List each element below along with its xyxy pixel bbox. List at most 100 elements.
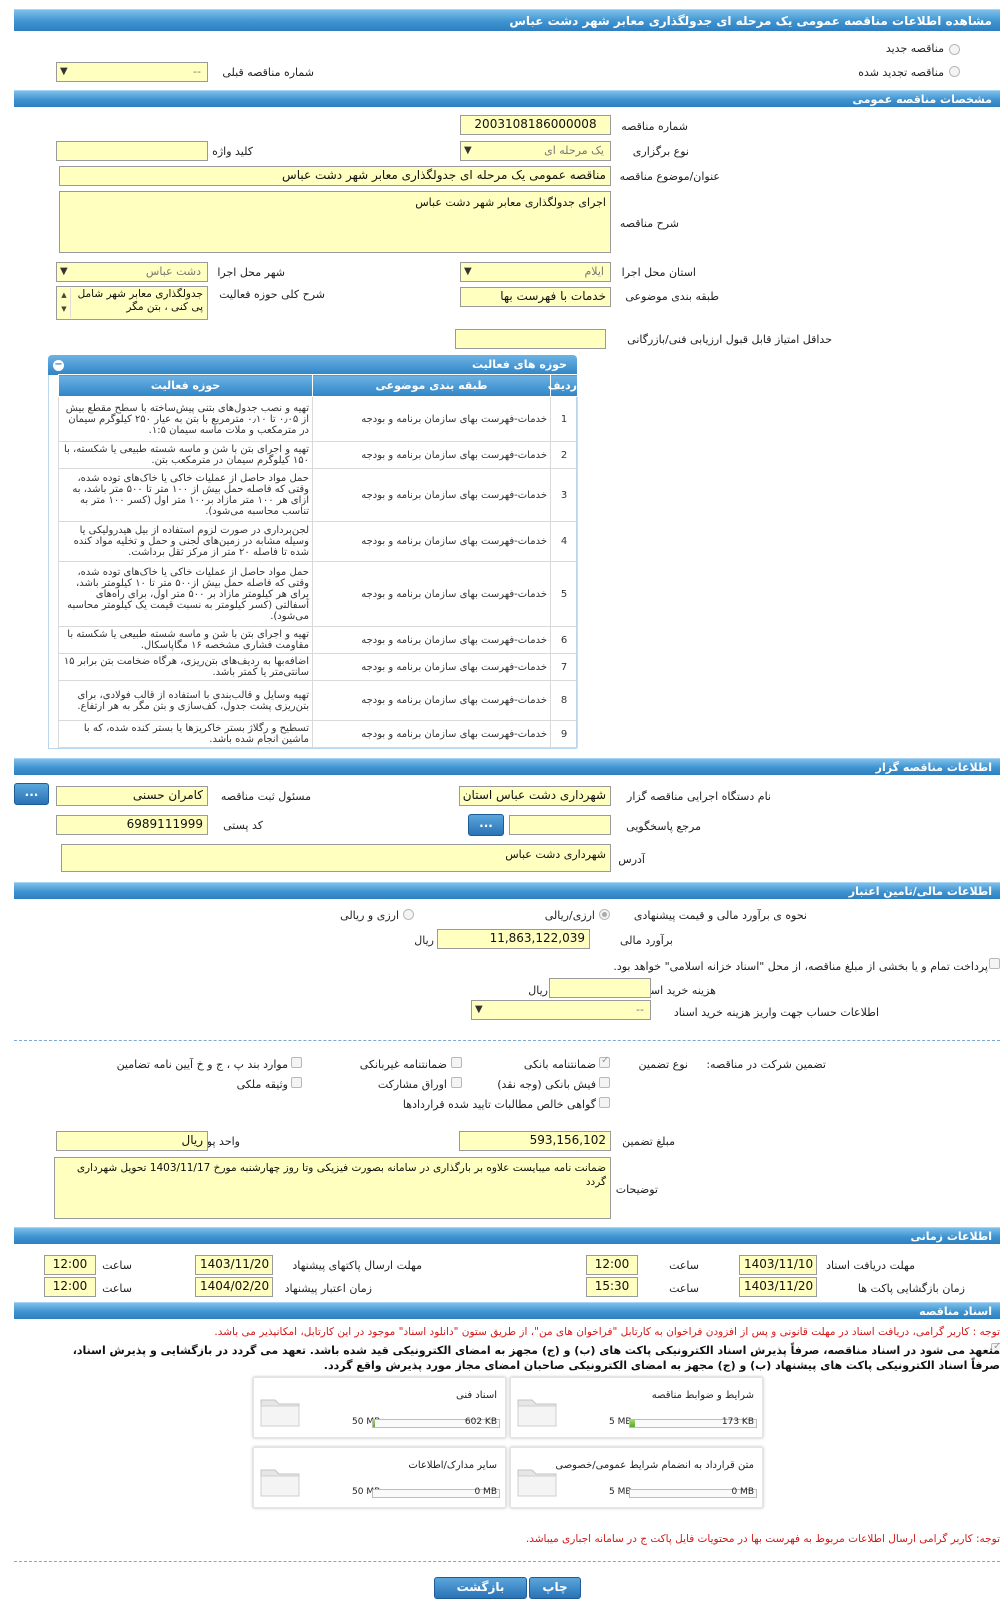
city-select[interactable]: دشت عباس ▼ bbox=[56, 262, 208, 282]
ref-field[interactable] bbox=[509, 815, 611, 835]
row-scope: لجن‌برداری در صورت لزوم استفاده از بیل ه… bbox=[58, 521, 313, 562]
holding-type-select[interactable]: یک مرحله ای ▼ bbox=[460, 141, 611, 161]
file-name: اسناد فنی bbox=[456, 1390, 497, 1401]
collapse-icon[interactable]: − bbox=[53, 360, 64, 371]
table-row: 7 خدمات-فهرست بهای سازمان برنامه و بودجه ا… bbox=[58, 653, 578, 681]
subject-label: عنوان/موضوع مناقصه bbox=[619, 170, 720, 183]
row-category: خدمات-فهرست بهای سازمان برنامه و بودجه bbox=[312, 561, 551, 627]
category-field[interactable]: خدمات با فهرست بها bbox=[460, 287, 611, 307]
send-time[interactable]: 12:00 bbox=[44, 1255, 96, 1275]
tender-number-label: شماره مناقصه bbox=[621, 120, 688, 133]
guarantee-check-checkbox[interactable] bbox=[599, 1077, 610, 1088]
currency-unit-field[interactable]: ریال bbox=[56, 1131, 208, 1151]
estimate-field[interactable]: 11,863,122,039 bbox=[437, 929, 590, 949]
open-time[interactable]: 15:30 bbox=[586, 1277, 638, 1297]
row-scope: حمل مواد حاصل از عملیات خاکی یا خاک‌های … bbox=[58, 468, 313, 522]
address-label: آدرس bbox=[618, 853, 645, 866]
account-select[interactable]: -- ▼ bbox=[471, 1000, 651, 1020]
file-name: متن قرارداد به انضمام شرایط عمومی/خصوصی bbox=[555, 1460, 754, 1471]
file-card[interactable]: متن قرارداد به انضمام شرایط عمومی/خصوصی … bbox=[510, 1447, 763, 1508]
province-label: استان محل اجرا bbox=[621, 266, 696, 279]
notes-field[interactable]: ضمانت نامه میبایست علاوه بر بارگذاری در … bbox=[54, 1157, 611, 1219]
min-score-field[interactable] bbox=[455, 329, 606, 349]
guarantee-bank-checkbox[interactable] bbox=[599, 1055, 610, 1068]
row-category: خدمات-فهرست بهای سازمان برنامه و بودجه bbox=[312, 468, 551, 522]
table-row: 9 خدمات-فهرست بهای سازمان برنامه و بودجه ت… bbox=[58, 720, 578, 748]
row-number: 2 bbox=[550, 441, 578, 469]
postal-field[interactable]: 6989111999 bbox=[56, 815, 208, 835]
tender-number-field[interactable]: 2003108186000008 bbox=[460, 115, 611, 135]
guarantee-claims-checkbox[interactable] bbox=[599, 1097, 610, 1108]
scrollbar[interactable]: ▲ ▼ bbox=[58, 288, 71, 318]
treasury-checkbox[interactable] bbox=[989, 958, 1000, 969]
guarantee-bonds-checkbox[interactable] bbox=[451, 1077, 462, 1088]
currency-rial-label: ارزی/ریالی bbox=[544, 909, 595, 922]
currency-rial-radio[interactable] bbox=[599, 909, 610, 920]
valid-date[interactable]: 1404/02/20 bbox=[195, 1277, 273, 1297]
address-field[interactable]: شهرداری دشت عباس bbox=[61, 844, 611, 872]
postal-label: کد پستی bbox=[223, 819, 263, 832]
doc-recv-date[interactable]: 1403/11/10 bbox=[739, 1255, 817, 1275]
holding-type-label: نوع برگزاری bbox=[632, 145, 689, 158]
guarantee-amount-label: مبلغ تضمین bbox=[622, 1135, 675, 1148]
doc-fee-unit: ریال bbox=[528, 984, 548, 997]
file-card[interactable]: اسناد فنی 50 MB 602 KB bbox=[253, 1377, 506, 1438]
org-name-field[interactable]: شهرداری دشت عباس استان bbox=[459, 786, 611, 806]
guarantee-bcdh-checkbox[interactable] bbox=[291, 1057, 302, 1068]
doc-fee-field[interactable] bbox=[549, 978, 651, 998]
file-size: 602 KB bbox=[464, 1417, 497, 1427]
send-label: مهلت ارسال پاکتهای پیشنهاد bbox=[292, 1259, 422, 1272]
currency-and-rial-radio[interactable] bbox=[403, 909, 414, 920]
chevron-down-icon: ▼ bbox=[464, 266, 472, 277]
row-number: 4 bbox=[550, 521, 578, 562]
new-tender-label: مناقصه جدید bbox=[885, 42, 944, 55]
guarantee-property-checkbox[interactable] bbox=[291, 1077, 302, 1088]
row-category: خدمات-فهرست بهای سازمان برنامه و بودجه bbox=[312, 680, 551, 721]
row-category: خدمات-فهرست بهای سازمان برنامه و بودجه bbox=[312, 626, 551, 654]
guarantee-amount-field[interactable]: 593,156,102 bbox=[459, 1131, 611, 1151]
row-category: خدمات-فهرست بهای سازمان برنامه و بودجه bbox=[312, 653, 551, 681]
row-scope: تهیه و اجرای بتن با شن و ماسه شسته طبیعی… bbox=[58, 441, 313, 469]
activities-panel-header: حوزه های فعالیت bbox=[48, 355, 577, 375]
file-size: 0 MB bbox=[474, 1487, 497, 1497]
print-button[interactable]: چاپ bbox=[529, 1577, 581, 1599]
file-card[interactable]: سایر مدارک/اطلاعات 50 MB 0 MB bbox=[253, 1447, 506, 1508]
row-number: 1 bbox=[550, 396, 578, 442]
account-value: -- bbox=[636, 1003, 644, 1016]
table-row: 6 خدمات-فهرست بهای سازمان برنامه و بودجه ت… bbox=[58, 626, 578, 654]
renewed-tender-radio[interactable] bbox=[949, 66, 960, 77]
file-size: 0 MB bbox=[731, 1487, 754, 1497]
docs-section-header: اسناد مناقصه bbox=[14, 1302, 1000, 1319]
scope-label: شرح کلی حوزه فعالیت bbox=[219, 288, 325, 301]
finance-section-header: اطلاعات مالی/تامین اعتبار bbox=[14, 882, 1000, 899]
resp-field[interactable]: کامران حسنی bbox=[56, 786, 208, 806]
guarantee-nonbank-checkbox[interactable] bbox=[451, 1057, 462, 1068]
divider bbox=[14, 1561, 1000, 1562]
row-scope: حمل مواد حاصل از عملیات خاکی یا خاک‌های … bbox=[58, 561, 313, 627]
keyword-field[interactable] bbox=[56, 141, 208, 161]
time-label: ساعت bbox=[669, 1282, 699, 1295]
guarantee-check-label: فیش بانکی (وجه نقد) bbox=[497, 1078, 596, 1091]
send-date[interactable]: 1403/11/20 bbox=[195, 1255, 273, 1275]
doc-recv-time[interactable]: 12:00 bbox=[586, 1255, 638, 1275]
table-row: 8 خدمات-فهرست بهای سازمان برنامه و بودجه ت… bbox=[58, 680, 578, 721]
new-tender-radio[interactable] bbox=[949, 44, 960, 55]
scope-field[interactable]: جدولگذاری معابر شهر شامل پی کنی ، بتن مگ… bbox=[56, 286, 208, 320]
prev-tender-value: -- bbox=[193, 65, 201, 78]
open-date[interactable]: 1403/11/20 bbox=[739, 1277, 817, 1297]
description-field[interactable]: اجرای جدولگذاری معابر شهر دشت عباس bbox=[59, 191, 611, 253]
chevron-down-icon: ▼ bbox=[464, 145, 472, 156]
ref-lookup-button[interactable]: ... bbox=[468, 814, 504, 836]
back-button[interactable]: بازگشت bbox=[434, 1577, 527, 1599]
file-card[interactable]: شرایط و ضوابط مناقصه 5 MB 173 KB bbox=[510, 1377, 763, 1438]
row-number: 9 bbox=[550, 720, 578, 748]
activities-table: ردیف طبقه بندی موضوعی حوزه فعالیت 1 خدمات… bbox=[58, 374, 578, 748]
subject-field[interactable]: مناقصه عمومی یک مرحله ای جدولگذاری معابر… bbox=[59, 166, 611, 186]
folder-icon bbox=[517, 1469, 557, 1497]
valid-time[interactable]: 12:00 bbox=[44, 1277, 96, 1297]
time-label: ساعت bbox=[669, 1259, 699, 1272]
province-select[interactable]: ایلام ▼ bbox=[460, 262, 611, 282]
resp-lookup-button[interactable]: ... bbox=[14, 783, 49, 805]
prev-tender-select[interactable]: -- ▼ bbox=[56, 62, 208, 82]
general-header-text: مشخصات مناقصه عمومی bbox=[852, 93, 992, 106]
